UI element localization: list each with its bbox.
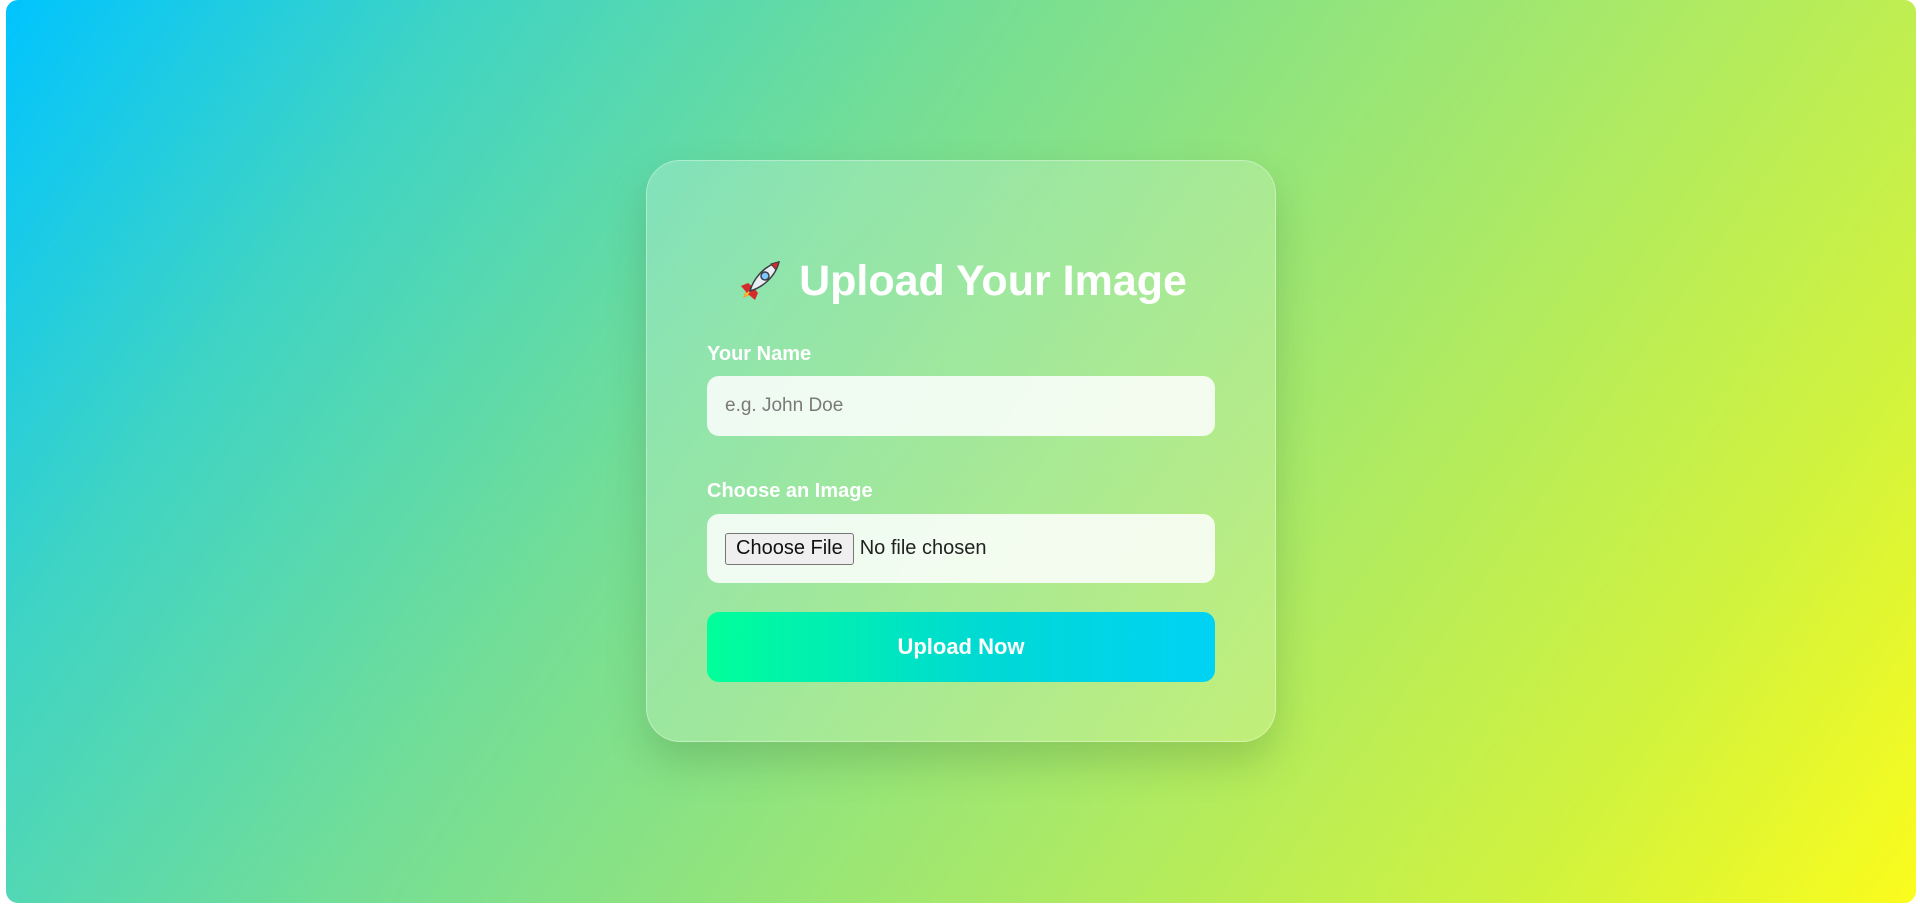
file-input[interactable]: Choose File No file chosen xyxy=(707,514,1215,583)
name-label: Your Name xyxy=(707,343,812,365)
page-title: Upload Your Image xyxy=(647,253,1275,309)
upload-card: Upload Your Image Your Name Choose an Im… xyxy=(646,160,1276,742)
name-input[interactable] xyxy=(707,376,1215,436)
file-status: No file chosen xyxy=(859,537,987,559)
image-label: Choose an Image xyxy=(707,480,873,502)
choose-file-button[interactable]: Choose File xyxy=(725,532,854,565)
page-background: Upload Your Image Your Name Choose an Im… xyxy=(6,0,1916,903)
title-text: Upload Your Image xyxy=(799,256,1187,305)
upload-now-button[interactable]: Upload Now xyxy=(707,612,1215,682)
rocket-icon xyxy=(735,256,785,306)
